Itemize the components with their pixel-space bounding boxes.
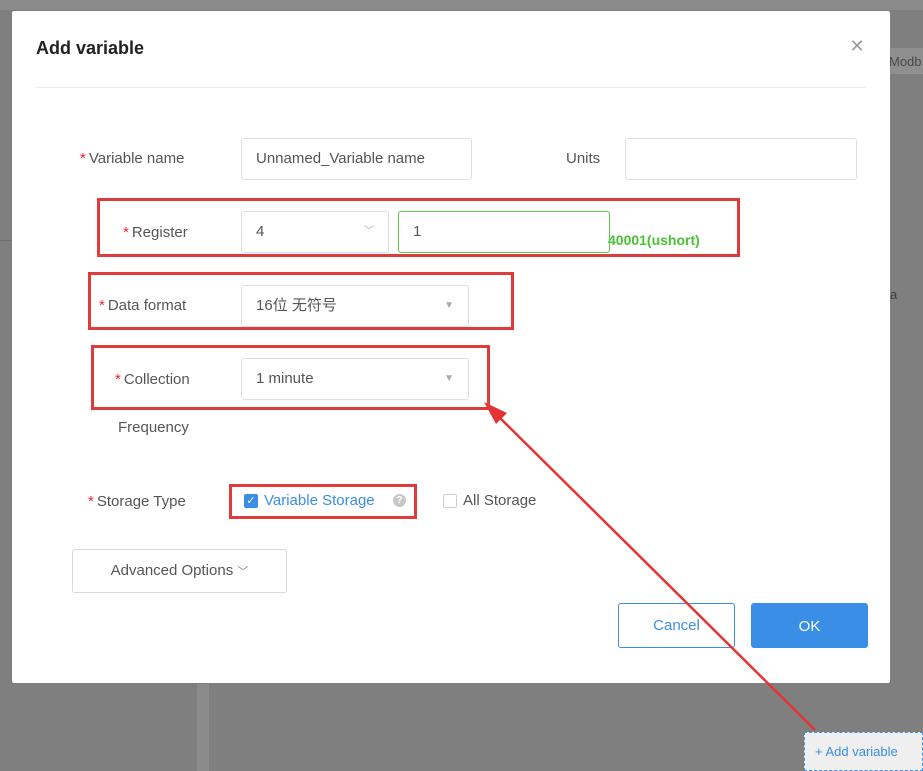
title-divider — [36, 87, 866, 88]
data-format-select[interactable]: 16位 无符号 ▼ — [241, 285, 469, 327]
ok-button[interactable]: OK — [751, 603, 868, 648]
background-column — [197, 684, 209, 771]
all-storage-checkbox[interactable] — [443, 494, 457, 508]
required-asterisk: * — [115, 371, 121, 388]
register-label: * Register — [123, 224, 188, 241]
dialog-title: Add variable — [36, 38, 145, 58]
caret-down-icon: ▼ — [444, 373, 454, 384]
storage-type-label: * Storage Type — [88, 493, 186, 510]
required-asterisk: * — [123, 224, 129, 241]
variable-storage-label[interactable]: Variable Storage — [264, 492, 375, 509]
background-text-fragment: a — [890, 287, 898, 302]
collection-frequency-label-line2: Frequency — [118, 419, 189, 436]
all-storage-label[interactable]: All Storage — [463, 492, 536, 509]
variable-name-label: * Variable name — [80, 150, 185, 167]
background-side-tab-text: Modb — [889, 54, 922, 69]
collection-frequency-label: * Collection — [115, 371, 190, 388]
advanced-options-label: Advanced Options — [110, 562, 234, 579]
variable-storage-checkbox[interactable]: ✓ — [244, 494, 258, 508]
background-divider — [0, 240, 12, 241]
collection-frequency-value: 1 minute — [256, 370, 314, 387]
units-input[interactable] — [625, 138, 857, 180]
variable-name-input[interactable]: Unnamed_Variable name — [241, 138, 472, 180]
register-type-value: 4 — [256, 223, 265, 240]
add-variable-button[interactable]: + Add variable — [804, 732, 923, 771]
advanced-options-button[interactable]: Advanced Options ﹀ — [72, 549, 287, 593]
help-icon[interactable]: ? — [393, 494, 406, 507]
required-asterisk: * — [88, 493, 94, 510]
required-asterisk: * — [80, 150, 86, 167]
data-format-value: 16位 无符号 — [256, 297, 337, 314]
caret-down-icon: ▼ — [444, 300, 454, 311]
data-format-label: * Data format — [99, 297, 187, 314]
register-address-input[interactable]: 1 — [398, 211, 610, 253]
required-asterisk: * — [99, 297, 105, 314]
register-type-select[interactable]: 4 ﹀ — [241, 211, 389, 253]
close-icon[interactable]: ✕ — [848, 37, 866, 55]
units-label: Units — [566, 150, 601, 167]
add-variable-dialog: Add variable ✕ * Variable name Unnamed_Va… — [12, 11, 890, 683]
background-top-bar — [0, 0, 923, 10]
collection-frequency-select[interactable]: 1 minute ▼ — [241, 358, 469, 400]
chevron-down-icon: ﹀ — [237, 566, 249, 578]
chevron-down-icon: ﹀ — [364, 226, 374, 237]
register-address-info: 40001(ushort) — [608, 232, 700, 248]
cancel-button[interactable]: Cancel — [618, 603, 735, 648]
